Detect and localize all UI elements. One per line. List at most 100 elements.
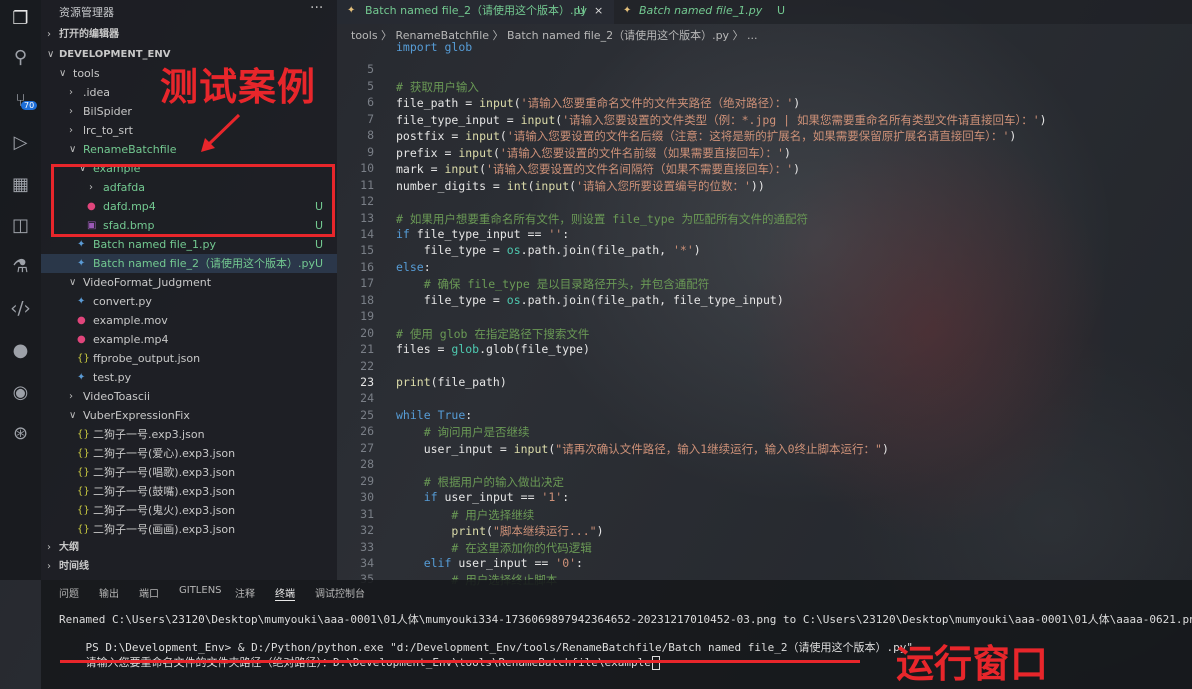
chevron-right-icon: › <box>69 125 73 136</box>
code-editor[interactable]: import glob 5 5 # 获取用户输入 6 file_path = input(… <box>337 40 1192 587</box>
tab-batch-file-2[interactable]: ✦ Batch named file_2（请使用这个版本）.py U × <box>337 0 614 24</box>
tree-file[interactable]: {} 二狗子一号(鬼火).exp3.json <box>41 501 337 520</box>
tree-folder[interactable]: › VideoToascii <box>41 387 337 406</box>
tree-folder[interactable]: ∨ VideoFormat_Judgment <box>41 273 337 292</box>
code-line: # 询问用户是否继续 <box>396 425 530 440</box>
tree-item-label: VideoToascii <box>83 390 151 403</box>
git-status-badge: U <box>315 257 324 270</box>
code-line: # 根据用户的输入做出决定 <box>396 474 565 489</box>
extensions-icon[interactable]: ▦ <box>8 172 33 197</box>
line-number: 16 <box>360 259 374 274</box>
code-line: if file_type_input == '': <box>396 226 570 241</box>
tree-file[interactable]: ✦ Batch named file_1.py U <box>41 235 337 254</box>
code-line: # 用户选择继续 <box>396 507 535 522</box>
tree-file[interactable]: ✦ Batch named file_2（请使用这个版本）.py U <box>41 254 337 273</box>
tree-folder[interactable]: ∨ RenameBatchfile <box>41 140 337 159</box>
line-number: 25 <box>360 407 374 422</box>
code-line: file_type_input = input('请输入您要设置的文件类型（例：… <box>396 112 1047 127</box>
python-file-icon: ✦ <box>77 296 86 307</box>
tab-batch-file-1[interactable]: ✦ Batch named file_1.py U <box>617 0 785 24</box>
tree-file[interactable]: ● example.mp4 <box>41 330 337 349</box>
tree-file[interactable]: ✦ test.py <box>41 368 337 387</box>
git-status-badge: U <box>315 238 324 251</box>
files-icon[interactable]: ❐ <box>8 6 33 31</box>
json-file-icon: {} <box>77 486 90 497</box>
source-control-icon[interactable]: ⑂ 70 <box>8 88 38 113</box>
tree-item-label: 二狗子一号(画画).exp3.json <box>93 523 236 536</box>
tree-folder[interactable]: ∨ VuberExpressionFix <box>41 406 337 425</box>
panel-tab[interactable]: 问题 <box>59 585 79 600</box>
code-icon[interactable]: ‹/› <box>8 296 33 321</box>
python-file-icon: ✦ <box>77 239 86 250</box>
code-line: file_path = input('请输入您要重命名文件的文件夹路径（绝对路径… <box>396 96 801 111</box>
line-number: 7 <box>367 111 374 126</box>
tree-file[interactable]: {} 二狗子一号(爱心).exp3.json <box>41 444 337 463</box>
git-graph-icon[interactable]: ⊛ <box>8 421 33 446</box>
tree-item-label: VideoFormat_Judgment <box>83 276 212 289</box>
more-actions-icon[interactable]: ··· <box>310 0 323 16</box>
timeline-section[interactable]: › 时间线 <box>41 557 337 576</box>
line-number: 5 <box>367 62 374 77</box>
chevron-down-icon: ∨ <box>69 144 77 155</box>
tree-item-label: BilSpider <box>83 105 132 118</box>
panel-tab[interactable]: 终端 <box>275 585 295 601</box>
tree-file[interactable]: ✦ convert.py <box>41 292 337 311</box>
tree-file[interactable]: {} 二狗子一号(唱歌).exp3.json <box>41 463 337 482</box>
panel-tab[interactable]: 调试控制台 <box>315 585 365 600</box>
tree-folder[interactable]: › lrc_to_srt <box>41 121 337 140</box>
tree-item-label: Batch named file_2（请使用这个版本）.py <box>93 257 316 270</box>
tree-item-label: example.mp4 <box>93 333 169 346</box>
line-number: 31 <box>360 506 374 521</box>
python-file-icon: ✦ <box>77 372 86 383</box>
line-number: 19 <box>360 309 374 324</box>
tree-item-label: test.py <box>93 371 132 384</box>
annotation-test-cases: 测试案例 <box>160 65 317 109</box>
chevron-down-icon: ∨ <box>69 277 77 288</box>
line-number: 18 <box>360 292 374 307</box>
code-line: import glob <box>396 40 473 54</box>
panel-tab[interactable]: 端口 <box>139 585 159 600</box>
chevron-right-icon: › <box>69 87 73 98</box>
code-line: else: <box>396 259 431 274</box>
code-line: user_input = input("请再次确认文件路径，输入1继续运行，输入… <box>396 441 889 456</box>
tree-item-label: 二狗子一号(鬼火).exp3.json <box>93 504 236 517</box>
panel-tab[interactable]: 注释 <box>235 585 255 600</box>
changes-badge: 70 <box>21 101 38 110</box>
outline-section[interactable]: › 大纲 <box>41 538 337 557</box>
tree-item-label: lrc_to_srt <box>83 124 133 137</box>
code-line: file_type = os.path.join(file_path, '*') <box>396 243 701 258</box>
json-file-icon: {} <box>77 505 90 516</box>
code-line: print(file_path) <box>396 375 507 389</box>
run-debug-icon[interactable]: ▷ <box>8 130 33 155</box>
tree-file[interactable]: {} ffprobe_output.json <box>41 349 337 368</box>
panel-tab[interactable]: 输出 <box>99 585 119 600</box>
tree-file[interactable]: {} 二狗子一号(鼓嘴).exp3.json <box>41 482 337 501</box>
annotation-run-window: 运行窗口 <box>896 642 1049 686</box>
tree-file[interactable]: ● example.mov <box>41 311 337 330</box>
tree-file[interactable]: {} 二狗子一号.exp3.json <box>41 425 337 444</box>
code-line: files = glob.glob(file_type) <box>396 342 590 357</box>
line-number: 26 <box>360 424 374 439</box>
github-icon[interactable]: ● <box>8 338 33 363</box>
line-number: 5 <box>367 78 374 93</box>
code-line: file_type = os.path.join(file_path, file… <box>396 292 784 307</box>
code-line: prefix = input('请输入您要设置的文件名前缀（如果需要直接回车）：… <box>396 145 791 160</box>
testing-icon[interactable]: ⚗ <box>8 254 33 279</box>
json-file-icon: {} <box>77 353 90 364</box>
code-line: number_digits = int(input('请输入您所要设置编号的位数… <box>396 178 765 193</box>
remote-icon[interactable]: ◫ <box>8 213 33 238</box>
open-editors-section[interactable]: › 打开的编辑器 <box>41 25 337 44</box>
code-line: # 获取用户输入 <box>396 79 479 94</box>
gitlens-icon[interactable]: ◉ <box>8 380 33 405</box>
search-icon[interactable]: ⚲ <box>8 45 33 70</box>
line-number: 34 <box>360 555 374 570</box>
tree-item-label: 二狗子一号.exp3.json <box>93 428 205 441</box>
line-number: 22 <box>360 358 374 373</box>
line-number: 30 <box>360 490 374 505</box>
line-number: 17 <box>360 276 374 291</box>
tree-file[interactable]: {} 二狗子一号(画画).exp3.json <box>41 520 337 539</box>
panel-tab[interactable]: GITLENS <box>179 585 222 596</box>
tree-item-label: ffprobe_output.json <box>93 352 201 365</box>
close-tab-icon[interactable]: × <box>594 0 603 22</box>
line-number: 27 <box>360 440 374 455</box>
